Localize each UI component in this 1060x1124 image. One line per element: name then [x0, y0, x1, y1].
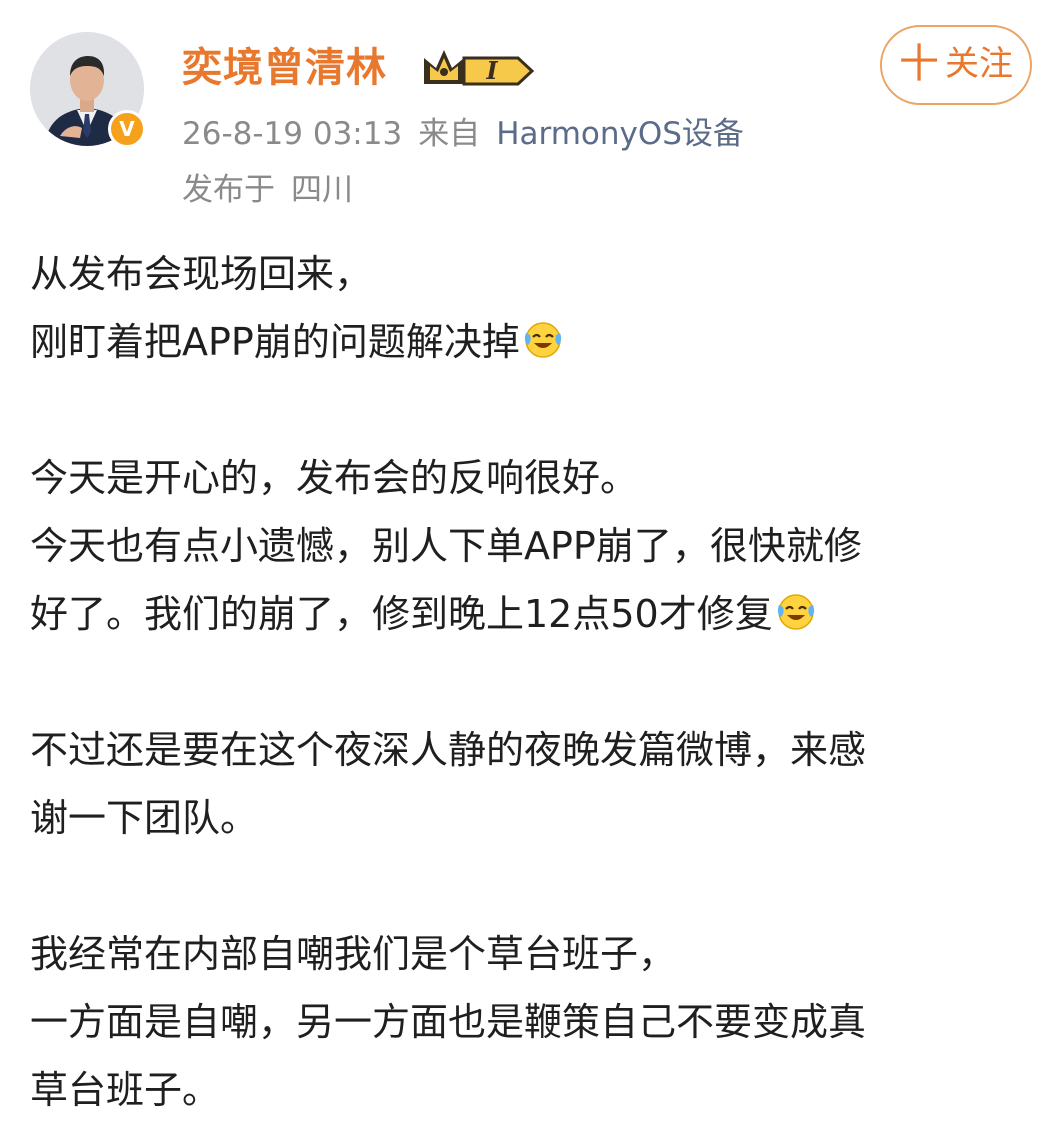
source-prefix: 来自	[418, 116, 481, 152]
device-source-link[interactable]: HarmonyOS设备	[496, 116, 744, 152]
text-line: 不过还是要在这个夜深人静的夜晚发篇微博，来感	[30, 728, 867, 772]
text-line: 好了。我们的崩了，修到晚上12点50才修复	[30, 592, 773, 636]
text-line: 刚盯着把APP崩的问题解决掉	[30, 320, 520, 364]
post-timestamp: 26-8-19 03:13	[182, 116, 403, 152]
paragraph-1: 从发布会现场回来， 刚盯着把APP崩的问题解决掉	[30, 240, 1030, 376]
laugh-cry-icon	[524, 322, 561, 358]
author-name[interactable]: 奕境曾清林	[182, 40, 387, 96]
post-location: 发布于 四川	[182, 170, 353, 210]
paragraph-3: 不过还是要在这个夜深人静的夜晚发篇微博，来感 谢一下团队。	[30, 716, 1030, 852]
post-content: 从发布会现场回来， 刚盯着把APP崩的问题解决掉 今天是开心的，发布会的反响很好…	[30, 240, 1030, 1124]
laugh-cry-icon	[777, 594, 814, 630]
paragraph-4: 我经常在内部自嘲我们是个草台班子， 一方面是自嘲，另一方面也是鞭策自己不要变成真…	[30, 920, 1030, 1124]
text-line: 草台班子。	[30, 1068, 221, 1112]
verified-badge-icon: V	[108, 110, 146, 148]
text-line: 今天是开心的，发布会的反响很好。	[30, 456, 639, 500]
text-line: 我经常在内部自嘲我们是个草台班子，	[30, 932, 677, 976]
text-line: 今天也有点小遗憾，别人下单APP崩了，很快就修	[30, 524, 862, 568]
vip-level-text: I	[485, 56, 498, 85]
location-prefix: 发布于	[182, 172, 275, 208]
text-line: 一方面是自嘲，另一方面也是鞭策自己不要变成真	[30, 1000, 867, 1044]
text-line: 谢一下团队。	[30, 796, 259, 840]
weibo-post: V 奕境曾清林 I 十关注 26-8-19 03:13 来自 HarmonyOS设备…	[0, 0, 1060, 1120]
text-line: 从发布会现场回来，	[30, 252, 373, 296]
location-name: 四川	[291, 172, 353, 208]
plus-icon: 十	[899, 41, 939, 87]
vip-crown-badge-icon[interactable]: I	[420, 44, 536, 90]
follow-button[interactable]: 十关注	[880, 25, 1032, 105]
follow-label: 关注	[945, 44, 1013, 84]
post-meta: 26-8-19 03:13 来自 HarmonyOS设备	[182, 114, 744, 154]
paragraph-2: 今天是开心的，发布会的反响很好。 今天也有点小遗憾，别人下单APP崩了，很快就修…	[30, 444, 1030, 648]
text-line-with-emoji: 刚盯着把APP崩的问题解决掉	[30, 308, 1030, 376]
text-line-with-emoji: 好了。我们的崩了，修到晚上12点50才修复	[30, 580, 1030, 648]
